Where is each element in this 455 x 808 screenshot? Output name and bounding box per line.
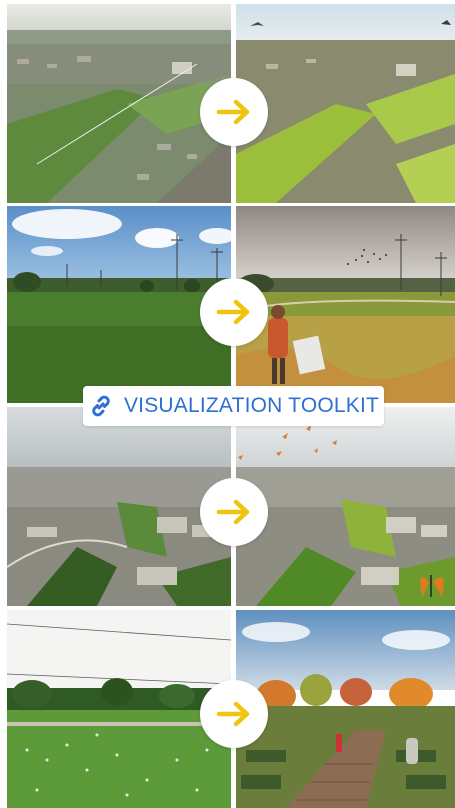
arrow-button-row-2[interactable] [200, 278, 268, 346]
park-field-before-image [7, 610, 231, 808]
aerial-industrial-before-image [7, 407, 231, 606]
toolkit-label: VISUALIZATION TOOLKIT [123, 394, 380, 417]
arrow-button-row-4[interactable] [200, 680, 268, 748]
arrow-button-row-1[interactable] [200, 78, 268, 146]
field-hydro-before-image [7, 206, 231, 403]
garden-boardwalk-after-image [236, 610, 455, 808]
aerial-suburb-after-image [236, 4, 455, 203]
link-icon [88, 393, 114, 419]
arrow-right-icon [216, 499, 250, 525]
arrow-right-icon [216, 99, 250, 125]
arrow-right-icon [216, 299, 250, 325]
arrow-button-row-3[interactable] [200, 478, 268, 546]
arrow-right-icon [216, 701, 250, 727]
aerial-suburb-before-image [7, 4, 231, 203]
before-after-grid: VISUALIZATION TOOLKIT [0, 0, 455, 808]
aerial-industrial-after-image [236, 407, 455, 606]
meadow-visitor-after-image [236, 206, 455, 403]
visualization-toolkit-link[interactable]: VISUALIZATION TOOLKIT [83, 386, 384, 426]
